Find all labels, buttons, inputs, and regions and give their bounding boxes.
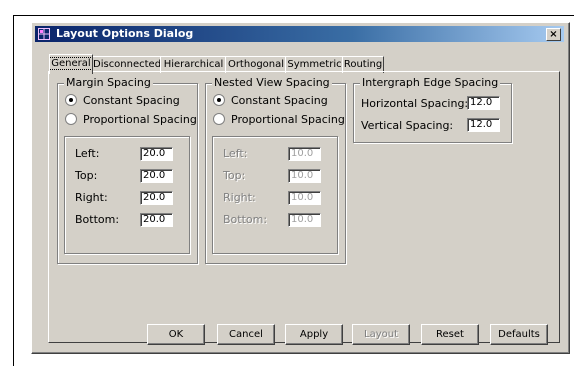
margin-fields-box: Left: 20.0 Top: 20.0 Right: 20.0 Bottom:…: [64, 136, 190, 254]
margin-proportional-spacing-label: Proportional Spacing: [83, 113, 197, 126]
nested-top-input: 10.0: [288, 169, 321, 183]
radio-selected-icon: [65, 94, 77, 106]
margin-left-input[interactable]: 20.0: [140, 147, 173, 161]
nested-constant-spacing-label: Constant Spacing: [231, 94, 328, 107]
nested-proportional-spacing-radio[interactable]: Proportional Spacing: [213, 113, 345, 126]
margin-left-label: Left:: [75, 147, 100, 160]
frame-left-border: [13, 15, 14, 366]
nested-fields-box: Left: 10.0 Top: 10.0 Right: 10.0 Bottom:…: [212, 136, 338, 254]
margin-spacing-group: Margin Spacing Constant Spacing Proporti…: [57, 76, 198, 264]
nested-right-input: 10.0: [288, 191, 321, 205]
tab-general[interactable]: General: [49, 54, 93, 74]
margin-top-input[interactable]: 20.0: [140, 169, 173, 183]
nested-view-spacing-title: Nested View Spacing: [212, 76, 332, 89]
margin-right-label: Right:: [75, 191, 108, 204]
nested-right-label: Right:: [223, 191, 256, 204]
tab-general-label: General: [50, 57, 92, 70]
reset-button[interactable]: Reset: [421, 324, 479, 345]
horizontal-spacing-input[interactable]: 12.0: [467, 96, 500, 110]
nested-view-spacing-group: Nested View Spacing Constant Spacing Pro…: [205, 76, 346, 264]
cancel-button[interactable]: Cancel: [217, 324, 275, 345]
vertical-spacing-label: Vertical Spacing:: [361, 119, 454, 132]
nested-constant-spacing-radio[interactable]: Constant Spacing: [213, 94, 328, 107]
nested-top-label: Top:: [223, 169, 246, 182]
nested-bottom-input: 10.0: [288, 213, 321, 227]
general-tab-panel: Margin Spacing Constant Spacing Proporti…: [48, 71, 560, 343]
layout-app-icon: [38, 28, 50, 40]
intergraph-edge-spacing-group: Intergraph Edge Spacing Horizontal Spaci…: [353, 76, 512, 143]
vertical-spacing-input[interactable]: 12.0: [467, 118, 500, 132]
margin-spacing-title: Margin Spacing: [64, 76, 153, 89]
apply-button[interactable]: Apply: [285, 324, 343, 345]
radio-unselected-icon: [65, 113, 77, 125]
close-button[interactable]: ×: [546, 28, 561, 41]
nested-left-label: Left:: [223, 147, 248, 160]
ok-button[interactable]: OK: [147, 324, 205, 345]
horizontal-spacing-label: Horizontal Spacing:: [361, 97, 469, 110]
margin-top-label: Top:: [75, 169, 98, 182]
defaults-button[interactable]: Defaults: [490, 324, 548, 345]
margin-constant-spacing-radio[interactable]: Constant Spacing: [65, 94, 180, 107]
margin-bottom-label: Bottom:: [75, 213, 120, 226]
layout-options-dialog: Layout Options Dialog × General Disconne…: [31, 22, 570, 354]
intergraph-edge-spacing-title: Intergraph Edge Spacing: [360, 76, 501, 89]
nested-left-input: 10.0: [288, 147, 321, 161]
layout-button: Layout: [352, 324, 410, 345]
margin-constant-spacing-label: Constant Spacing: [83, 94, 180, 107]
nested-proportional-spacing-label: Proportional Spacing: [231, 113, 345, 126]
radio-selected-icon: [213, 94, 225, 106]
title-bar[interactable]: Layout Options Dialog ×: [35, 26, 564, 42]
nested-bottom-label: Bottom:: [223, 213, 268, 226]
window-title: Layout Options Dialog: [56, 27, 194, 40]
radio-unselected-icon: [213, 113, 225, 125]
margin-right-input[interactable]: 20.0: [140, 191, 173, 205]
frame-top-border: [13, 15, 574, 16]
margin-bottom-input[interactable]: 20.0: [140, 213, 173, 227]
margin-proportional-spacing-radio[interactable]: Proportional Spacing: [65, 113, 197, 126]
